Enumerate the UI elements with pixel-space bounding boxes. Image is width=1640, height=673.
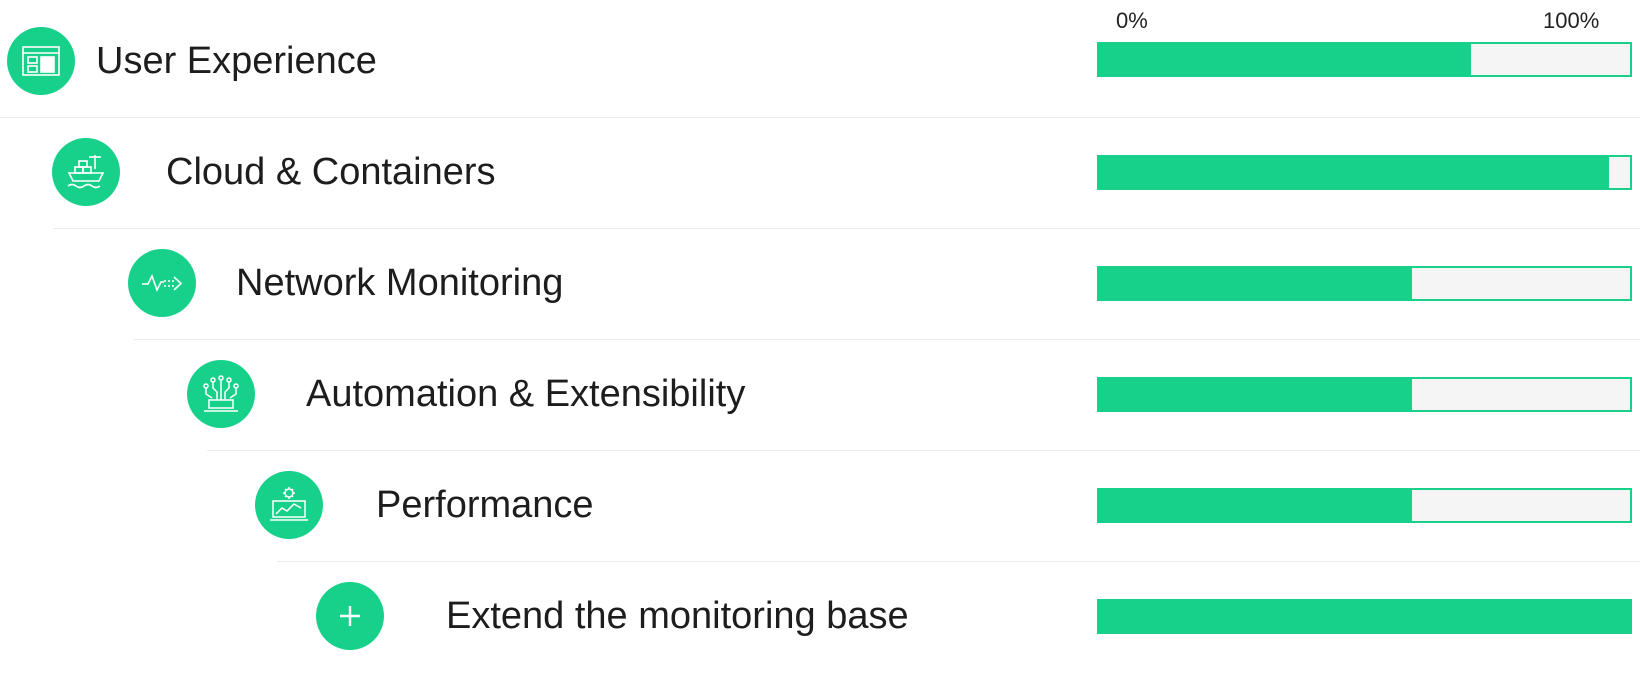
network-pulse-icon	[128, 249, 196, 317]
item-label: Performance	[376, 484, 594, 526]
progress-bar	[1097, 42, 1632, 77]
item-label[interactable]: Extend the monitoring base	[446, 594, 909, 638]
progress-bar	[1097, 155, 1632, 190]
plus-icon[interactable]	[316, 582, 384, 650]
item-label: Cloud & Containers	[166, 151, 496, 193]
progress-fill	[1099, 268, 1413, 299]
browser-window-icon	[7, 27, 75, 95]
progress-fill	[1099, 601, 1630, 632]
list-item: Automation & Extensibility	[0, 340, 1640, 451]
list-item: Cloud & Containers	[0, 118, 1640, 229]
item-label: Network Monitoring	[236, 262, 564, 304]
item-label: User Experience	[96, 40, 377, 82]
progress-fill	[1099, 157, 1609, 188]
progress-bar	[1097, 488, 1632, 523]
container-ship-icon	[52, 138, 120, 206]
list-item: Network Monitoring	[0, 229, 1640, 340]
progress-bar	[1097, 377, 1632, 412]
performance-chart-icon	[255, 471, 323, 539]
progress-fill	[1099, 490, 1413, 521]
list-item[interactable]: Extend the monitoring base	[0, 562, 1640, 673]
item-label: Automation & Extensibility	[306, 373, 746, 415]
list-item: User Experience	[0, 7, 1640, 118]
progress-fill	[1099, 44, 1471, 75]
progress-fill	[1099, 379, 1413, 410]
circuit-chip-icon	[187, 360, 255, 428]
progress-bar	[1097, 266, 1632, 301]
list-item: Performance	[0, 451, 1640, 562]
progress-bar	[1097, 599, 1632, 634]
